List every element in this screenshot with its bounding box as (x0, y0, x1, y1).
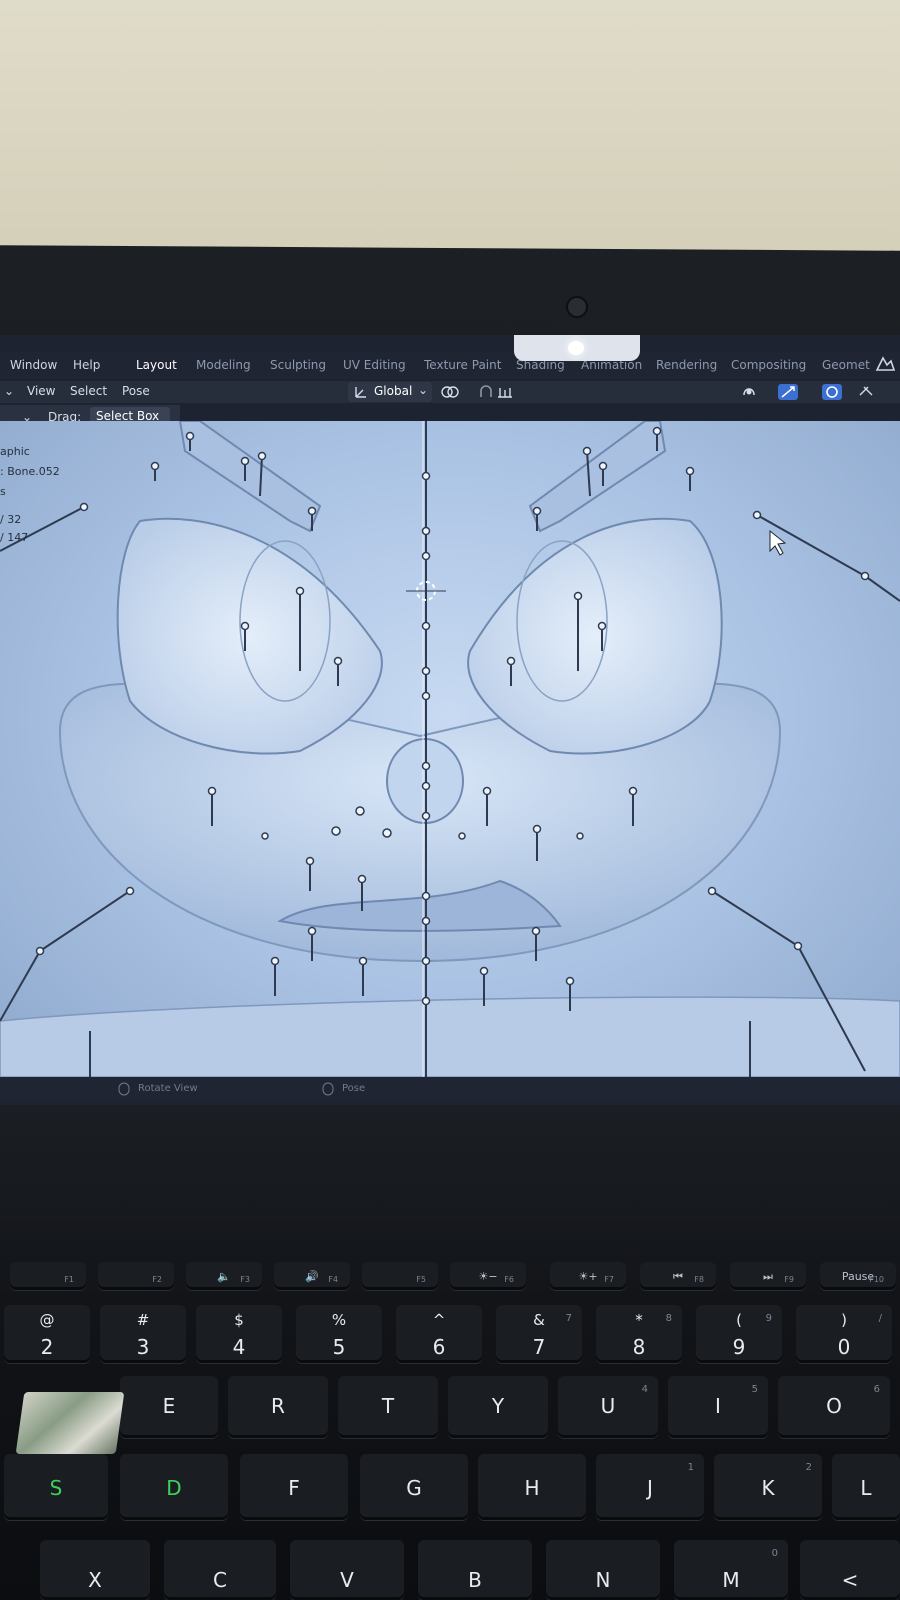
key-f6[interactable]: ☀− F6 (450, 1262, 526, 1290)
key-x[interactable]: X (40, 1540, 150, 1600)
key-b[interactable]: B (418, 1540, 532, 1600)
snapping-icon[interactable] (478, 384, 524, 400)
camera-light-icon (568, 341, 584, 355)
header-select-menu[interactable]: Select (70, 384, 107, 398)
status-pose: Pose (342, 1083, 366, 1094)
key-g[interactable]: G (360, 1454, 468, 1520)
scene-icon[interactable] (874, 355, 896, 373)
key-v[interactable]: V (290, 1540, 404, 1600)
chevron-down-icon[interactable]: ⌄ (4, 384, 14, 398)
key-6[interactable]: ^ 6 (396, 1305, 482, 1363)
key-r[interactable]: R (228, 1376, 328, 1438)
key-f2[interactable]: F2 (98, 1262, 174, 1290)
overlay-active-bone: : Bone.052 (0, 465, 60, 478)
viewport-header: ⌄ View Select Pose Global ⌄ (0, 381, 900, 403)
overlay-line-3: s (0, 485, 6, 498)
key-f5[interactable]: F5 (362, 1262, 438, 1290)
menu-window[interactable]: Window (10, 358, 57, 372)
tab-compositing[interactable]: Compositing (731, 358, 806, 372)
header-pose-menu[interactable]: Pose (122, 384, 150, 398)
key-0[interactable]: ) 0/ (796, 1305, 892, 1363)
status-bar: Rotate View Pose (0, 1077, 900, 1101)
key-c[interactable]: C (164, 1540, 276, 1600)
key-n[interactable]: N (546, 1540, 660, 1600)
key-f9[interactable]: ⏭ F9 (730, 1262, 806, 1290)
key-u[interactable]: U4 (558, 1376, 658, 1438)
tab-layout[interactable]: Layout (136, 358, 177, 372)
viewport-gizmo-toggles[interactable] (740, 383, 890, 401)
key-d[interactable]: D (120, 1454, 228, 1520)
key-2[interactable]: @2 (4, 1305, 90, 1363)
key-j[interactable]: J1 (596, 1454, 704, 1520)
webcam (566, 296, 588, 318)
status-rotate-view: Rotate View (138, 1083, 198, 1094)
key-t[interactable]: T (338, 1376, 438, 1438)
orientation-value: Global (374, 384, 413, 398)
top-menubar: Window Help Layout Modeling Sculpting UV… (0, 351, 900, 379)
tab-uv-editing[interactable]: UV Editing (343, 358, 406, 372)
tab-sculpting[interactable]: Sculpting (270, 358, 326, 372)
overlay-line-1: aphic (0, 445, 30, 458)
pivot-point-icon[interactable] (440, 384, 470, 400)
key-k[interactable]: K2 (714, 1454, 822, 1520)
key-i[interactable]: I5 (668, 1376, 768, 1438)
key-o[interactable]: O6 (778, 1376, 890, 1438)
chevron-down-icon: ⌄ (418, 383, 429, 397)
overlay-objects-count: / 147 (0, 531, 29, 544)
menu-help[interactable]: Help (73, 358, 100, 372)
key-8[interactable]: * 8 8 (596, 1305, 682, 1363)
overlay-bones-count: / 32 (0, 513, 22, 526)
mouse-icon (118, 1082, 130, 1096)
tab-geometry[interactable]: Geomet (822, 358, 870, 372)
key-h[interactable]: H (478, 1454, 586, 1520)
mouse-cursor-icon (769, 529, 787, 556)
key-f10[interactable]: Pause F10 (820, 1262, 896, 1290)
key-5[interactable]: % 5 (296, 1305, 382, 1363)
key-f1[interactable]: F1 (10, 1262, 86, 1290)
key-7[interactable]: & 7 7 (496, 1305, 582, 1363)
key-e[interactable]: E (120, 1376, 218, 1438)
3d-viewport[interactable]: aphic : Bone.052 s / 32 / 147 (0, 421, 900, 1077)
key-f8[interactable]: ⏮ F8 (640, 1262, 716, 1290)
tab-modeling[interactable]: Modeling (196, 358, 251, 372)
tab-rendering[interactable]: Rendering (656, 358, 717, 372)
mouse-icon (322, 1082, 334, 1096)
key-f4[interactable]: 🔊 F4 (274, 1262, 350, 1290)
key-comma[interactable]: < (800, 1540, 900, 1600)
key-3[interactable]: #3 (100, 1305, 186, 1363)
orientation-axes-icon (355, 387, 366, 398)
key-f[interactable]: F (240, 1454, 348, 1520)
transform-orientation-dropdown[interactable]: Global ⌄ (348, 382, 432, 402)
key-m[interactable]: M0 (674, 1540, 788, 1600)
character-face-render (0, 421, 900, 1077)
laptop-screen: Window Help Layout Modeling Sculpting UV… (0, 335, 900, 1105)
key-9[interactable]: (9 9 (696, 1305, 782, 1363)
key-f7[interactable]: ☀+ F7 (550, 1262, 626, 1290)
wall-background (0, 0, 900, 260)
key-l[interactable]: L (832, 1454, 900, 1520)
key-4[interactable]: $4 (196, 1305, 282, 1363)
keyboard-sticker (15, 1392, 125, 1454)
key-y[interactable]: Y (448, 1376, 548, 1438)
header-view-menu[interactable]: View (27, 384, 55, 398)
tab-texture-paint[interactable]: Texture Paint (424, 358, 501, 372)
camera-notch-overlay (514, 335, 640, 361)
key-f3[interactable]: 🔈 F3 (186, 1262, 262, 1290)
key-s[interactable]: S (4, 1454, 108, 1520)
